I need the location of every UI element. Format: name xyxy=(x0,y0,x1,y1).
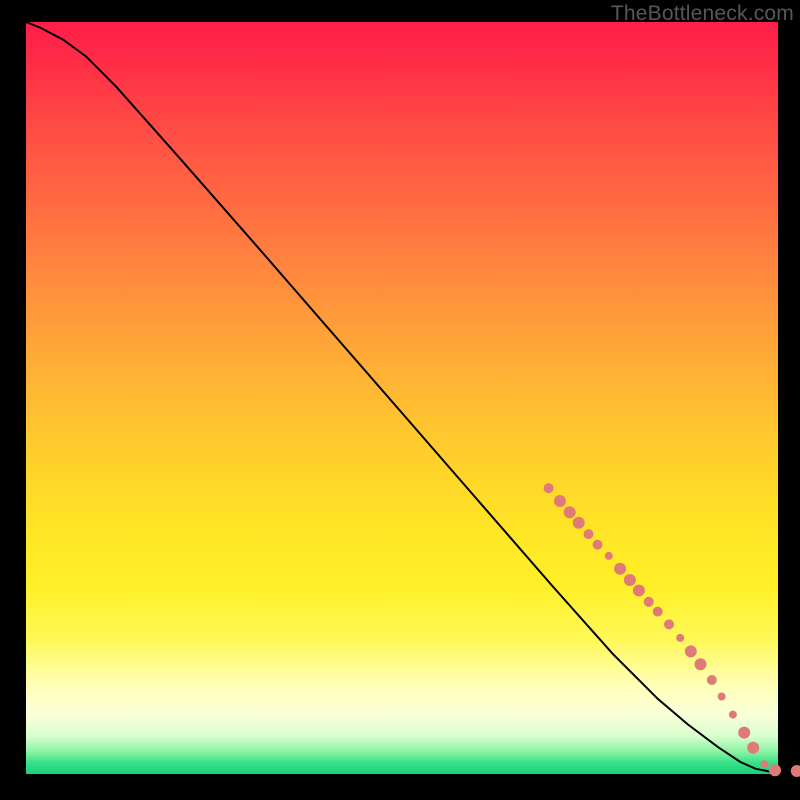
data-marker xyxy=(605,552,613,560)
data-marker xyxy=(573,517,585,529)
data-marker xyxy=(707,675,717,685)
data-marker xyxy=(695,658,707,670)
data-marker xyxy=(564,506,576,518)
markers-group xyxy=(544,483,800,777)
data-marker xyxy=(544,483,554,493)
data-marker xyxy=(614,563,626,575)
data-marker xyxy=(769,764,781,776)
data-marker xyxy=(633,585,645,597)
data-marker xyxy=(676,634,684,642)
data-marker xyxy=(747,742,759,754)
data-marker xyxy=(664,619,674,629)
data-marker xyxy=(729,711,737,719)
curve-line xyxy=(26,22,778,772)
data-marker xyxy=(593,540,603,550)
data-marker xyxy=(624,574,636,586)
plot-area xyxy=(26,22,778,774)
chart-overlay xyxy=(26,22,778,774)
data-marker xyxy=(718,693,726,701)
data-marker xyxy=(653,607,663,617)
chart-stage: TheBottleneck.com xyxy=(0,0,800,800)
data-marker xyxy=(644,597,654,607)
data-marker xyxy=(761,760,769,768)
data-marker xyxy=(584,529,594,539)
data-marker xyxy=(738,727,750,739)
data-marker xyxy=(554,495,566,507)
data-marker xyxy=(791,765,800,777)
watermark-text: TheBottleneck.com xyxy=(611,2,794,26)
data-marker xyxy=(685,645,697,657)
